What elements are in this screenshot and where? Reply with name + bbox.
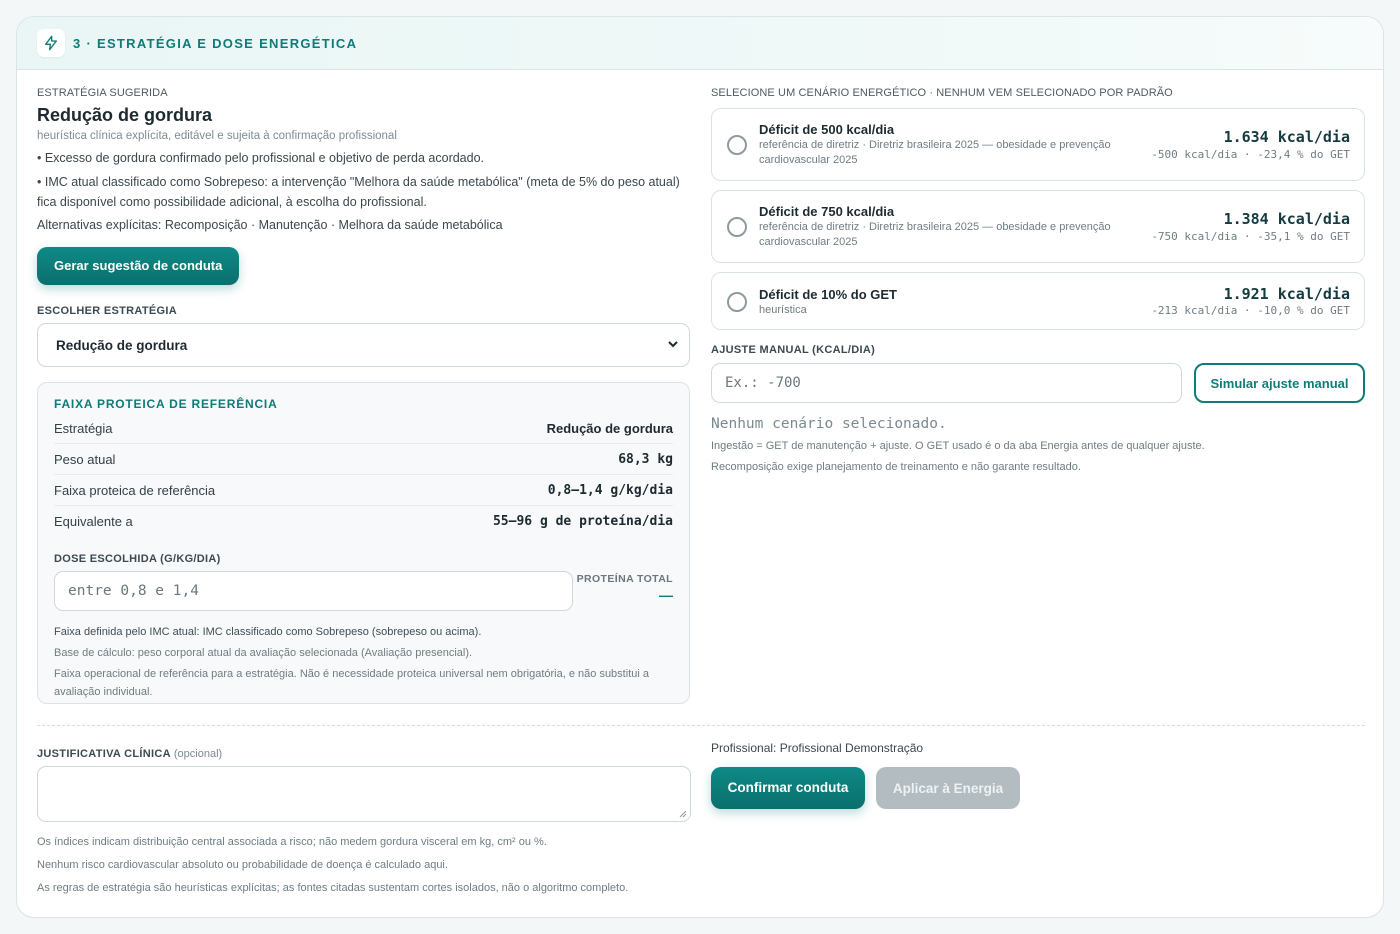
card-header: 3 · ESTRATÉGIA E DOSE ENERGÉTICA — [17, 17, 1383, 70]
chevron-down-icon — [667, 338, 679, 353]
scenario-kcal: 1.384 kcal/dia — [1223, 210, 1350, 228]
reference-note: Faixa definida pelo IMC atual: IMC class… — [54, 626, 482, 638]
suggested-strategy-subtitle: heurística clínica explícita, editável e… — [37, 130, 397, 142]
right-column: SELECIONE UM CENÁRIO ENERGÉTICO · NENHUM… — [711, 87, 1365, 476]
dose-label: DOSE ESCOLHIDA (G/KG/DIA) — [54, 553, 221, 565]
reference-row-value: Redução de gordura — [546, 420, 673, 436]
scenario-delta: -213 kcal/dia · -10,0 % do GET — [1151, 304, 1350, 317]
justification-optional: (opcional) — [173, 748, 223, 760]
apply-energy-button[interactable]: Aplicar à Energia — [876, 767, 1020, 809]
strategy-alternatives: Alternativas explícitas: Recomposição · … — [37, 218, 503, 232]
scenario-option[interactable]: Déficit de 10% do GET heurística 1.921 k… — [711, 272, 1365, 330]
disclaimer-text: As regras de estratégia são heurísticas … — [37, 882, 629, 894]
scenario-section-label: SELECIONE UM CENÁRIO ENERGÉTICO · NENHUM… — [711, 87, 1173, 99]
protein-reference-panel: FAIXA PROTEICA DE REFERÊNCIA Estratégia … — [37, 382, 690, 704]
reference-row: Equivalente a 55–96 g de proteína/dia — [54, 506, 673, 537]
no-scenario-text: Nenhum cenário selecionado. — [711, 416, 947, 432]
reference-row-label: Estratégia — [54, 420, 113, 436]
strategy-select-value: Redução de gordura — [56, 337, 188, 353]
reference-row: Faixa proteica de referência 0,8–1,4 g/k… — [54, 475, 673, 506]
choose-strategy-label: ESCOLHER ESTRATÉGIA — [37, 305, 177, 317]
suggested-strategy-title: Redução de gordura — [37, 105, 213, 125]
reference-row-label: Faixa proteica de referência — [54, 482, 216, 498]
actions-block: Profissional: Profissional Demonstração … — [711, 741, 1365, 809]
reference-note: Base de cálculo: peso corporal atual da … — [54, 647, 473, 659]
section-title: 3 · ESTRATÉGIA E DOSE ENERGÉTICA — [73, 35, 358, 51]
resize-handle-icon[interactable] — [679, 810, 687, 818]
scenario-delta: -500 kcal/dia · -23,4 % do GET — [1151, 148, 1350, 161]
scenario-option[interactable]: Déficit de 500 kcal/dia referência de di… — [711, 108, 1365, 181]
justification-textarea[interactable] — [37, 766, 691, 822]
scenario-source: heurística — [759, 304, 807, 316]
confirm-conduct-button[interactable]: Confirmar conduta — [711, 767, 865, 809]
radio-unchecked-icon[interactable] — [727, 135, 747, 155]
total-protein-label: PROTEÍNA TOTAL — [576, 573, 673, 585]
scenario-title: Déficit de 500 kcal/dia — [759, 122, 895, 137]
scenario-option[interactable]: Déficit de 750 kcal/dia referência de di… — [711, 190, 1365, 263]
reference-row-value: 68,3 kg — [618, 451, 673, 467]
simulate-manual-button[interactable]: Simular ajuste manual — [1194, 363, 1365, 403]
scenario-source: referência de diretriz · Diretriz brasil… — [759, 221, 1111, 248]
manual-adjust-label: AJUSTE MANUAL (KCAL/DIA) — [711, 344, 876, 356]
reference-title: FAIXA PROTEICA DE REFERÊNCIA — [54, 397, 278, 411]
scenario-kcal: 1.921 kcal/dia — [1223, 285, 1350, 303]
reference-row: Estratégia Redução de gordura — [54, 413, 673, 444]
strategy-bullet: • Excesso de gordura confirmado pelo pro… — [37, 151, 485, 165]
reference-row-value: 0,8–1,4 g/kg/dia — [547, 482, 673, 498]
disclaimer-text: Os índices indicam distribuição central … — [37, 836, 547, 848]
reference-row-label: Equivalente a — [54, 514, 133, 529]
reference-note: Faixa operacional de referência para a e… — [54, 668, 649, 698]
disclaimer-text: Nenhum risco cardiovascular absoluto ou … — [37, 859, 448, 871]
professional-name: Profissional: Profissional Demonstração — [711, 741, 924, 755]
scenario-kcal: 1.634 kcal/dia — [1223, 128, 1350, 146]
generate-suggestion-button[interactable]: Gerar sugestão de conduta — [37, 247, 240, 285]
bolt-icon — [37, 29, 65, 57]
scenario-title: Déficit de 10% do GET — [759, 287, 897, 302]
radio-unchecked-icon[interactable] — [727, 217, 747, 237]
total-protein-value: — — [659, 587, 673, 603]
dose-input[interactable]: entre 0,8 e 1,4 — [54, 571, 573, 611]
scenario-info: Recomposição exige planejamento de trein… — [711, 461, 1081, 473]
reference-row: Peso atual 68,3 kg — [54, 444, 673, 475]
justification-label: JUSTIFICATIVA CLÍNICA — [37, 748, 171, 760]
strategy-bullet: • IMC atual classificado como Sobrepeso:… — [37, 175, 680, 209]
reference-row-value: 55–96 g de proteína/dia — [492, 514, 673, 529]
radio-unchecked-icon[interactable] — [727, 292, 747, 312]
suggested-strategy-label: ESTRATÉGIA SUGERIDA — [37, 87, 168, 99]
manual-adjust-input[interactable]: Ex.: -700 — [711, 363, 1182, 403]
scenario-info: Ingestão = GET de manutenção + ajuste. O… — [711, 440, 1205, 452]
justification-block: JUSTIFICATIVA CLÍNICA (opcional) Os índi… — [37, 748, 691, 897]
scenario-title: Déficit de 750 kcal/dia — [759, 204, 895, 219]
left-column: ESTRATÉGIA SUGERIDA Redução de gordura h… — [37, 87, 690, 704]
section-divider — [37, 725, 1365, 726]
scenario-source: referência de diretriz · Diretriz brasil… — [759, 139, 1111, 166]
strategy-card: 3 · ESTRATÉGIA E DOSE ENERGÉTICA ESTRATÉ… — [16, 16, 1384, 918]
strategy-select[interactable]: Redução de gordura — [37, 323, 690, 367]
scenario-delta: -750 kcal/dia · -35,1 % do GET — [1151, 230, 1350, 243]
reference-row-label: Peso atual — [54, 451, 116, 467]
